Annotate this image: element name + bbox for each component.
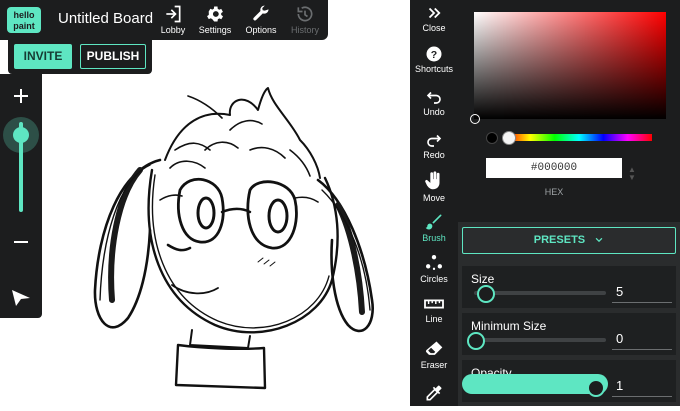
eraser-icon (426, 341, 443, 355)
eyedropper-icon (426, 385, 442, 401)
opacity-slider-fill[interactable] (462, 374, 608, 394)
chevron-down-icon (595, 237, 603, 243)
line-tool-button[interactable]: Line (410, 295, 458, 324)
logo-text-line2: paint (13, 21, 35, 31)
size-slider-knob[interactable] (476, 285, 495, 303)
tool-label-redo: Redo (423, 150, 445, 160)
hex-color-input[interactable] (486, 158, 622, 178)
hue-slider-knob[interactable] (502, 131, 516, 145)
tool-label-shortcuts: Shortcuts (414, 64, 454, 74)
color-mode-toggle[interactable]: ▲ ▼ (626, 166, 638, 188)
hand-icon (425, 171, 440, 190)
circles-tool-button[interactable]: Circles (410, 253, 458, 284)
publish-button[interactable]: PUBLISH (80, 44, 146, 69)
zoom-in-icon[interactable] (9, 84, 33, 108)
wrench-icon (253, 5, 269, 21)
tool-label-circles: Circles (420, 274, 448, 284)
help-icon: ? (426, 46, 442, 62)
options-label: Options (245, 25, 277, 35)
invite-button[interactable]: INVITE (14, 44, 72, 69)
tool-label-undo: Undo (423, 107, 445, 117)
logo-text-line1: hello (13, 10, 35, 20)
lobby-button[interactable]: Lobby (150, 2, 196, 40)
move-tool-button[interactable]: Move (410, 170, 458, 203)
hue-slider[interactable] (506, 134, 652, 141)
minimum-size-setting: Minimum Size 0 (462, 313, 676, 355)
lobby-icon (166, 5, 181, 23)
redo-icon (427, 134, 442, 147)
shortcuts-button[interactable]: ? Shortcuts (410, 45, 458, 74)
tool-label-move: Move (422, 193, 445, 203)
undo-button[interactable]: Undo (410, 88, 458, 117)
eraser-tool-button[interactable]: Eraser (410, 339, 458, 370)
circles-icon (426, 255, 442, 270)
tool-label-brush: Brush (422, 233, 446, 243)
double-chevron-right-icon (428, 7, 441, 19)
board-title[interactable]: Untitled Board (58, 10, 153, 27)
history-button[interactable]: History (282, 2, 328, 40)
history-icon (297, 6, 313, 22)
tool-column: Close ? Shortcuts Undo Redo Move Brush C… (410, 0, 458, 406)
gear-icon (207, 6, 223, 22)
undo-icon (426, 91, 441, 104)
brush-icon (425, 214, 442, 230)
redo-button[interactable]: Redo (410, 131, 458, 160)
current-color-swatch (486, 132, 498, 144)
eyedropper-tool-button[interactable] (410, 383, 458, 404)
minimum-size-slider-track[interactable] (474, 338, 606, 342)
chevron-down-icon: ▼ (628, 173, 636, 182)
size-setting: Size 5 (462, 266, 676, 308)
settings-button[interactable]: Settings (192, 2, 238, 40)
saturation-value-picker[interactable] (474, 12, 666, 119)
opacity-value-input[interactable]: 1 (612, 378, 672, 397)
zoom-out-icon[interactable] (9, 230, 33, 254)
zoom-slider-knob[interactable] (13, 127, 29, 143)
brush-tool-button[interactable]: Brush (410, 212, 458, 243)
hello-paint-logo[interactable]: hello paint (6, 6, 42, 34)
properties-panel: HEX ▲ ▼ PRESETS Size 5 Minimum Size 0 Op… (458, 0, 680, 406)
brush-settings-section: PRESETS Size 5 Minimum Size 0 Opacity 1 (458, 222, 680, 406)
top-header: hello paint Untitled Board Lobby Setting… (0, 0, 328, 40)
saturation-value-cursor[interactable] (470, 114, 480, 124)
presets-dropdown-button[interactable]: PRESETS (462, 227, 676, 254)
opacity-setting: Opacity 1 (462, 360, 676, 402)
tool-label-line: Line (425, 314, 443, 324)
hex-label: HEX (544, 187, 564, 197)
minimum-size-slider-knob[interactable] (467, 332, 485, 350)
minimum-size-label: Minimum Size (471, 319, 547, 333)
size-label: Size (471, 272, 495, 286)
lobby-label: Lobby (160, 25, 186, 35)
ruler-icon (424, 299, 444, 309)
presets-label: PRESETS (533, 234, 586, 246)
options-button[interactable]: Options (238, 2, 284, 40)
tool-label-close: Close (422, 23, 446, 33)
svg-text:?: ? (431, 49, 437, 61)
minimum-size-value-input[interactable]: 0 (612, 331, 672, 350)
share-strip: INVITE PUBLISH (8, 40, 152, 74)
opacity-slider-knob[interactable] (587, 379, 605, 397)
zoom-bar (0, 74, 42, 318)
settings-label: Settings (198, 25, 232, 35)
pointer-arrow-icon[interactable] (10, 288, 32, 308)
tool-label-eraser: Eraser (420, 360, 448, 370)
size-value-input[interactable]: 5 (612, 284, 672, 303)
history-label: History (290, 25, 319, 35)
close-panel-button[interactable]: Close (410, 4, 458, 33)
